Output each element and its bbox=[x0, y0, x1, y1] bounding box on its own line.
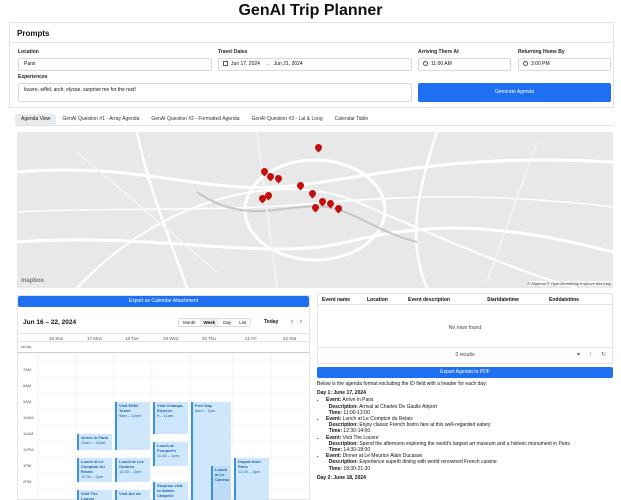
allday-label: all-day bbox=[21, 345, 32, 349]
date-end: Jun 21, 2024 bbox=[273, 61, 303, 67]
day-header: 22 Sat bbox=[283, 336, 297, 341]
agenda-intro: Below is the agenda format excluding the… bbox=[317, 381, 488, 387]
day-header: 19 Wed bbox=[163, 336, 179, 341]
return-label: Returning Home By bbox=[518, 49, 565, 55]
prompts-title: Prompts bbox=[17, 29, 50, 38]
today-button[interactable]: Today bbox=[264, 318, 278, 327]
calendar-event[interactable]: Visit Arc de bbox=[115, 490, 150, 500]
page-title: GenAI Trip Planner bbox=[238, 2, 383, 19]
tab-bar: Agenda View GenAI Question #1 - Array Ag… bbox=[15, 114, 374, 125]
arrow-icon: → bbox=[264, 61, 270, 67]
day-heading: Day 2: June 18, 2024 bbox=[317, 474, 366, 481]
empty-state: No rows found bbox=[448, 325, 482, 331]
calendar-event[interactable]: Visit Eiffel Tower 9am – 12pm bbox=[115, 402, 150, 450]
calendar-event[interactable]: Lunch at Le Comptoir du Relais 12:30 – 2p… bbox=[77, 458, 112, 482]
return-time: 3:00 PM bbox=[531, 61, 550, 67]
return-time-input[interactable]: 3:00 PM bbox=[518, 58, 611, 71]
date-range-input[interactable]: Jun 17, 2024 → Jun 21, 2024 bbox=[218, 58, 412, 71]
calendar-event[interactable]: Lunch at Le Caveau bbox=[211, 466, 231, 500]
export-calendar-button[interactable]: Export as Calendar Attachment bbox=[18, 296, 309, 307]
agenda-item: Event: Visit The Louvre Description: Spe… bbox=[326, 435, 613, 454]
view-list-button[interactable]: List bbox=[235, 319, 250, 326]
prompts-card: Prompts Location Paris Travel Dates Jun … bbox=[9, 22, 614, 108]
day-header: 16 Sun bbox=[49, 336, 64, 341]
column-header[interactable]: Enddatetime bbox=[549, 297, 579, 303]
calendar-event[interactable]: Depart from Paris 12:30 – 3pm bbox=[234, 458, 269, 500]
agenda-item: Event: Arrive in Paris Description: Arri… bbox=[326, 397, 613, 416]
calendar-icon bbox=[223, 61, 228, 67]
calendar-event[interactable]: Visit The Louvre bbox=[77, 490, 112, 500]
arrive-time: 11:00 AM bbox=[431, 61, 452, 67]
travel-dates-label: Travel Dates bbox=[218, 49, 248, 55]
column-header[interactable]: Location bbox=[367, 297, 388, 303]
week-grid: 16 Sun 17 Mon 18 Tue 19 Wed 20 Thu 21 Fr… bbox=[18, 333, 309, 500]
calendar-event[interactable]: Surprise visit to Sainte-Chapelle bbox=[153, 482, 188, 500]
results-count: 0 results bbox=[455, 352, 475, 358]
day-header: 18 Tue bbox=[125, 336, 139, 341]
location-input[interactable]: Paris bbox=[18, 58, 212, 71]
refresh-icon[interactable]: ↻ bbox=[601, 351, 606, 358]
map-view[interactable]: mapbox © Mapbox © OpenStreetMap Improve … bbox=[17, 132, 613, 288]
tab-agenda-view[interactable]: Agenda View bbox=[15, 114, 57, 125]
tab-question-2[interactable]: GenAI Question #2 - Formatted Agenda bbox=[145, 114, 245, 125]
tab-question-3[interactable]: GenAI Question #3 - Lat & Long bbox=[245, 114, 328, 125]
clock-icon bbox=[423, 61, 428, 67]
calendar-event[interactable]: Lunch at Fouquet's 11:30 – 1pm bbox=[153, 442, 188, 466]
filter-icon[interactable]: ▾ bbox=[577, 351, 580, 358]
map-attribution[interactable]: © Mapbox © OpenStreetMap Improve this ma… bbox=[527, 281, 611, 286]
divider bbox=[318, 347, 612, 348]
day-heading: Day 1: June 17, 2024 bbox=[317, 390, 366, 397]
location-label: Location bbox=[18, 49, 39, 55]
tab-calendar-table[interactable]: Calendar Table bbox=[329, 114, 375, 125]
tab-question-1[interactable]: GenAI Question #1 - Array Agenda bbox=[56, 114, 145, 125]
generate-agenda-button[interactable]: Generate Agenda bbox=[418, 83, 611, 102]
view-week-button[interactable]: Week bbox=[199, 319, 220, 326]
calendar-event[interactable]: Visit Champs-Elysées 9 – 11am bbox=[153, 402, 188, 434]
arrive-time-input[interactable]: 11:00 AM bbox=[418, 58, 511, 71]
view-day-button[interactable]: Day bbox=[219, 319, 235, 326]
experiences-label: Experiences bbox=[18, 74, 48, 80]
calendar-range: Jun 16 – 22, 2024 bbox=[23, 319, 77, 326]
agenda-item: Event: Dinner at Le Meurice Alain Ducass… bbox=[326, 453, 613, 472]
calendar-event[interactable]: Lunch at Les Ombres 12:30 – 2pm bbox=[115, 458, 150, 482]
chevron-right-icon[interactable]: › bbox=[300, 318, 302, 327]
calendar-event[interactable]: Arrive in Paris 11am – 12pm bbox=[77, 434, 112, 450]
column-header[interactable]: Startdatetime bbox=[487, 297, 519, 303]
column-header[interactable]: Event name bbox=[322, 297, 350, 303]
divider bbox=[10, 42, 613, 43]
arrive-label: Arriving There At bbox=[418, 49, 459, 55]
export-pdf-button[interactable]: Export Agenda to PDF bbox=[317, 367, 613, 378]
agenda-item: Event: Lunch at Le Comptoir du Relais De… bbox=[326, 416, 613, 435]
agenda-text: Below is the agenda format excluding the… bbox=[317, 381, 613, 481]
chevron-left-icon[interactable]: ‹ bbox=[291, 318, 293, 327]
mapbox-logo: mapbox bbox=[21, 278, 45, 284]
day-header: 20 Thu bbox=[202, 336, 216, 341]
events-table: Event name Location Event description St… bbox=[317, 293, 613, 364]
view-month-button[interactable]: Month bbox=[179, 319, 200, 326]
experiences-input[interactable]: louvre, eiffel, arch, elysse, surprise m… bbox=[18, 83, 412, 102]
date-start: Jun 17, 2024 bbox=[231, 61, 260, 67]
download-icon[interactable]: ↓ bbox=[589, 351, 592, 357]
clock-icon bbox=[523, 61, 528, 67]
day-header: 17 Mon bbox=[87, 336, 103, 341]
tab-divider bbox=[15, 125, 613, 126]
day-header: 21 Fri bbox=[245, 336, 257, 341]
column-header[interactable]: Event description bbox=[408, 297, 450, 303]
